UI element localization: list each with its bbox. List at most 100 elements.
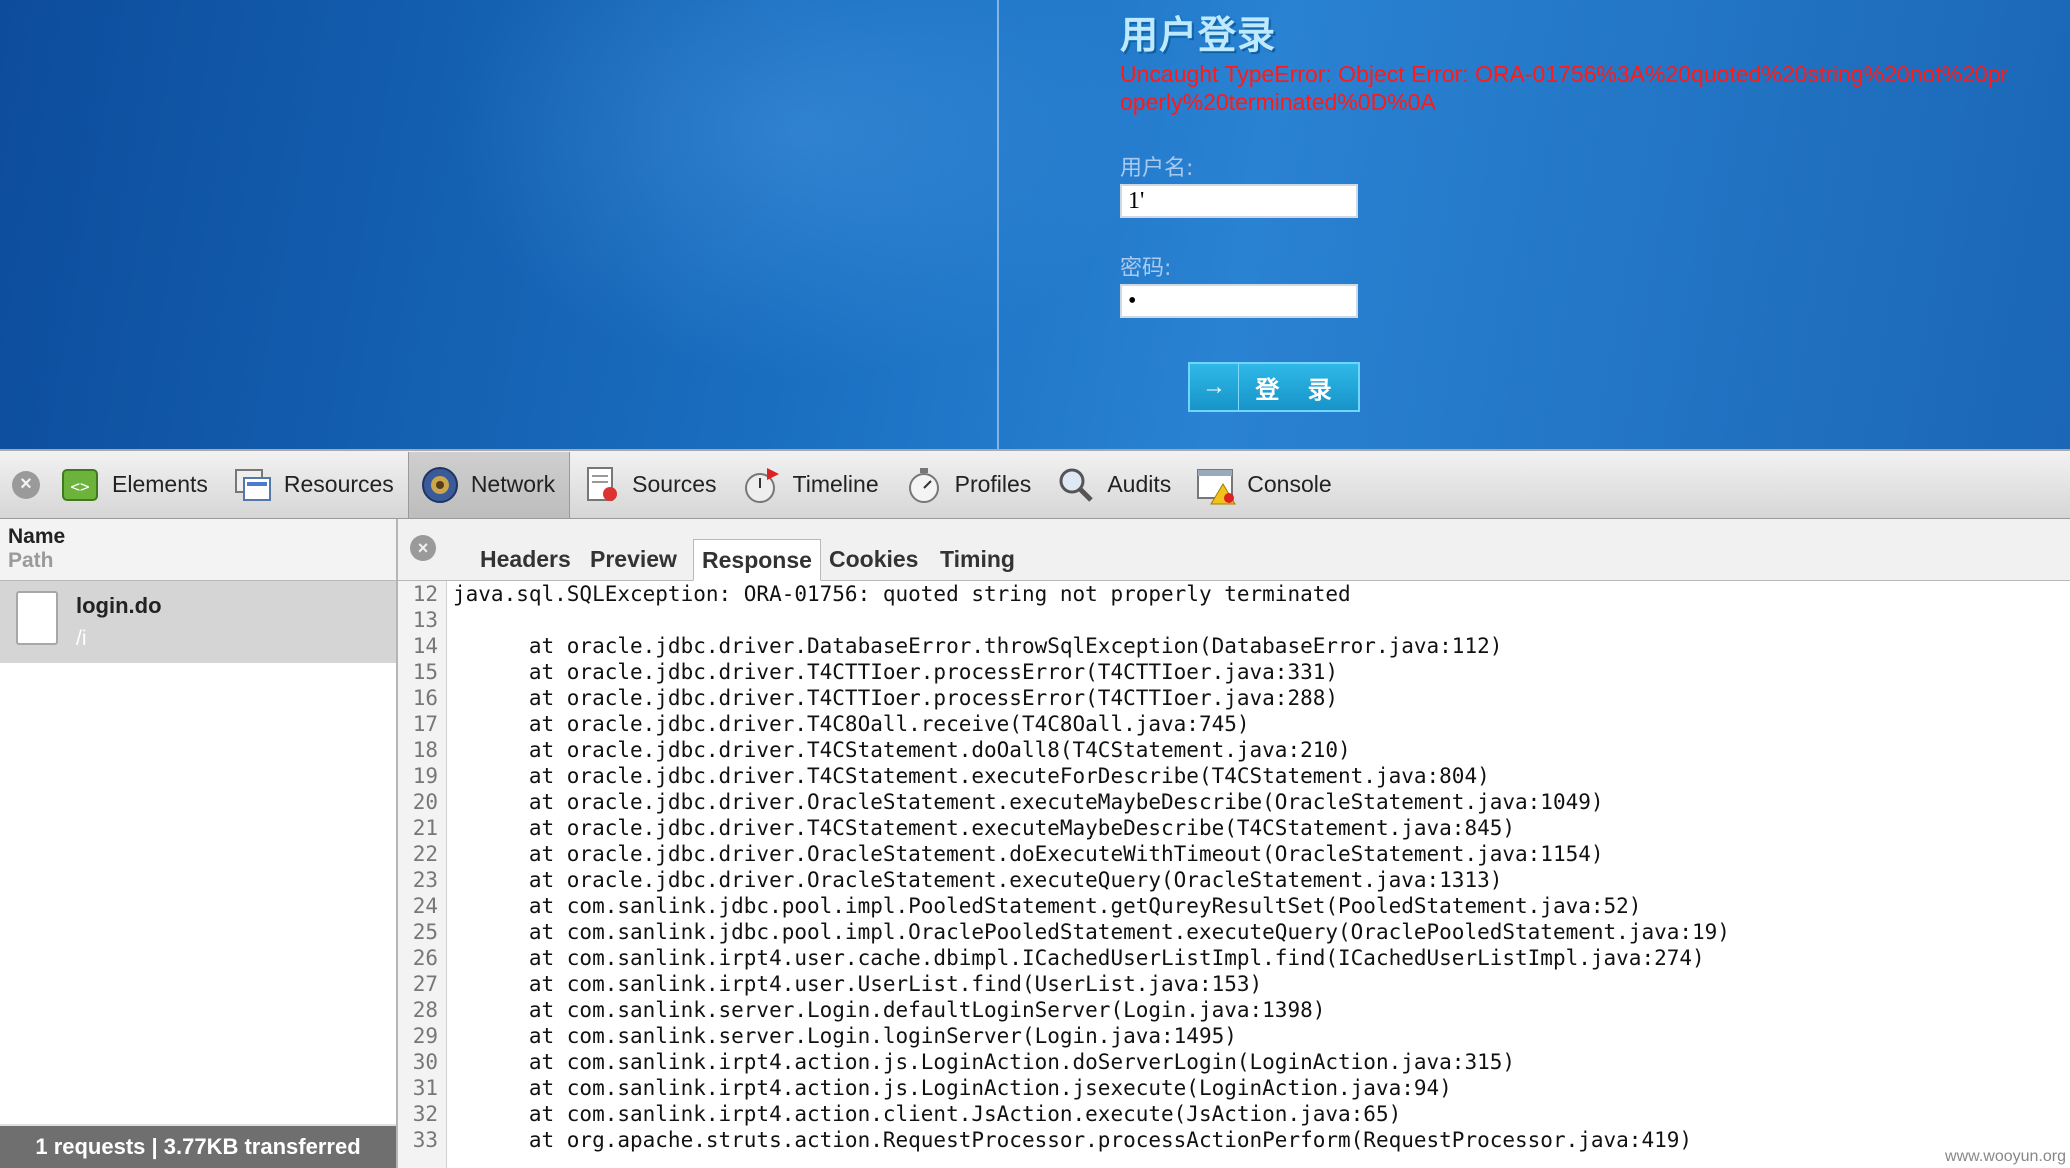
detail-tab-bar: × Headers Preview Response Cookies Timin… — [398, 519, 2070, 581]
username-field[interactable]: 1' — [1120, 184, 1358, 218]
tab-label: Console — [1247, 471, 1332, 497]
tab-audits[interactable]: Audits — [1045, 452, 1185, 518]
tab-console[interactable]: Console — [1185, 452, 1345, 518]
line-text: at com.sanlink.server.Login.defaultLogin… — [453, 998, 1326, 1022]
tab-elements[interactable]: <> Elements — [50, 452, 222, 518]
code-line: 18 at oracle.jdbc.driver.T4CStatement.do… — [398, 737, 1351, 763]
error-message: Uncaught TypeError: Object Error: ORA-01… — [1120, 61, 2009, 115]
line-text: java.sql.SQLException: ORA-01756: quoted… — [453, 582, 1351, 606]
line-number: 25 — [412, 920, 438, 944]
line-text: at oracle.jdbc.driver.T4CStatement.doOal… — [453, 738, 1351, 762]
line-text: at com.sanlink.irpt4.user.cache.dbimpl.I… — [453, 946, 1705, 970]
line-number: 21 — [412, 816, 438, 840]
line-text: at com.sanlink.irpt4.action.js.LoginActi… — [453, 1076, 1452, 1100]
tab-network[interactable]: Network — [407, 451, 571, 518]
line-text: at com.sanlink.irpt4.action.js.LoginActi… — [453, 1050, 1516, 1074]
code-line: 23 at oracle.jdbc.driver.OracleStatement… — [398, 867, 1503, 893]
line-number: 22 — [412, 842, 438, 866]
request-list-header[interactable]: Name Path — [0, 519, 396, 581]
request-list-panel: Name Path login.do /i 1 requests | 3.77K… — [0, 519, 398, 1168]
tab-label: Audits — [1107, 471, 1172, 497]
tab-preview[interactable]: Preview — [582, 539, 685, 581]
line-number: 33 — [412, 1128, 438, 1152]
tab-resources[interactable]: Resources — [222, 452, 408, 518]
tab-label: Network — [470, 471, 556, 497]
line-number: 30 — [412, 1050, 438, 1074]
timeline-icon — [741, 464, 783, 506]
line-number: 12 — [412, 582, 438, 606]
line-text: at oracle.jdbc.driver.DatabaseError.thro… — [453, 634, 1503, 658]
console-icon — [1195, 464, 1237, 506]
code-line: 26 at com.sanlink.irpt4.user.cache.dbimp… — [398, 945, 1705, 971]
line-number: 32 — [412, 1102, 438, 1126]
tab-label: Timeline — [792, 471, 879, 497]
path-column-header: Path — [8, 549, 54, 572]
tab-profiles[interactable]: Profiles — [893, 452, 1046, 518]
code-line: 16 at oracle.jdbc.driver.T4CTTIoer.proce… — [398, 685, 1338, 711]
network-icon — [419, 464, 461, 506]
line-text: at oracle.jdbc.driver.T4CTTIoer.processE… — [453, 686, 1339, 710]
line-number: 17 — [412, 712, 438, 736]
code-line: 33 at org.apache.struts.action.RequestPr… — [398, 1127, 1692, 1153]
svg-text:<>: <> — [70, 477, 89, 496]
line-number: 24 — [412, 894, 438, 918]
page-divider — [997, 0, 999, 449]
code-line: 22 at oracle.jdbc.driver.OracleStatement… — [398, 841, 1604, 867]
elements-icon: <> — [60, 464, 102, 506]
line-number: 28 — [412, 998, 438, 1022]
login-button-label: 登 录 — [1255, 375, 1342, 404]
request-row[interactable]: login.do /i — [0, 581, 396, 663]
line-number: 31 — [412, 1076, 438, 1100]
close-detail-button[interactable]: × — [410, 535, 436, 561]
line-number: 19 — [412, 764, 438, 788]
devtools-toolbar: × <> Elements Resources Network Sources … — [0, 449, 2070, 519]
arrow-right-icon: → — [1190, 364, 1239, 410]
line-number: 29 — [412, 1024, 438, 1048]
network-status-bar: 1 requests | 3.77KB transferred — [0, 1124, 396, 1168]
line-text: at com.sanlink.jdbc.pool.impl.PooledStat… — [453, 894, 1642, 918]
line-number: 13 — [412, 608, 438, 632]
code-line: 27 at com.sanlink.irpt4.user.UserList.fi… — [398, 971, 1262, 997]
code-line: 30 at com.sanlink.irpt4.action.js.LoginA… — [398, 1049, 1515, 1075]
tab-sources[interactable]: Sources — [570, 452, 730, 518]
tab-timing[interactable]: Timing — [932, 539, 1023, 581]
line-text: at com.sanlink.irpt4.user.UserList.find(… — [453, 972, 1263, 996]
request-detail-panel: × Headers Preview Response Cookies Timin… — [398, 519, 2070, 1168]
code-line: 14 at oracle.jdbc.driver.DatabaseError.t… — [398, 633, 1503, 659]
response-body[interactable]: 12 java.sql.SQLException: ORA-01756: quot… — [398, 581, 2070, 1168]
code-line: 32 at com.sanlink.irpt4.action.client.Js… — [398, 1101, 1402, 1127]
line-number: 16 — [412, 686, 438, 710]
line-text: at oracle.jdbc.driver.OracleStatement.do… — [453, 842, 1604, 866]
tab-cookies[interactable]: Cookies — [821, 539, 926, 581]
tab-response[interactable]: Response — [693, 539, 821, 581]
request-path: /i — [76, 627, 87, 650]
line-text: at com.sanlink.irpt4.action.client.JsAct… — [453, 1102, 1402, 1126]
login-button[interactable]: → 登 录 — [1188, 362, 1360, 412]
line-text: at oracle.jdbc.driver.OracleStatement.ex… — [453, 868, 1503, 892]
code-line: 13 — [398, 607, 453, 633]
tab-label: Elements — [112, 471, 208, 497]
tab-headers[interactable]: Headers — [472, 539, 579, 581]
code-line: 17 at oracle.jdbc.driver.T4C8Oall.receiv… — [398, 711, 1250, 737]
line-number: 23 — [412, 868, 438, 892]
code-line: 19 at oracle.jdbc.driver.T4CStatement.ex… — [398, 763, 1490, 789]
code-line: 24 at com.sanlink.jdbc.pool.impl.PooledS… — [398, 893, 1642, 919]
audits-icon — [1055, 464, 1097, 506]
web-page-viewport: 用户登录 Uncaught TypeError: Object Error: O… — [0, 0, 2070, 449]
profiles-icon — [903, 464, 945, 506]
name-column-header: Name — [8, 525, 66, 548]
password-field[interactable]: • — [1120, 284, 1358, 318]
line-text: at com.sanlink.server.Login.loginServer(… — [453, 1024, 1237, 1048]
document-icon — [16, 591, 58, 645]
resources-icon — [232, 464, 274, 506]
code-line: 28 at com.sanlink.server.Login.defaultLo… — [398, 997, 1326, 1023]
tab-label: Resources — [283, 471, 394, 497]
sources-icon — [580, 464, 622, 506]
code-line: 29 at com.sanlink.server.Login.loginServ… — [398, 1023, 1237, 1049]
code-line: 21 at oracle.jdbc.driver.T4CStatement.ex… — [398, 815, 1515, 841]
tab-timeline[interactable]: Timeline — [731, 452, 893, 518]
code-line: 31 at com.sanlink.irpt4.action.js.LoginA… — [398, 1075, 1452, 1101]
request-name: login.do — [76, 593, 162, 618]
close-devtools-button[interactable]: × — [12, 470, 40, 499]
line-number: 14 — [412, 634, 438, 658]
